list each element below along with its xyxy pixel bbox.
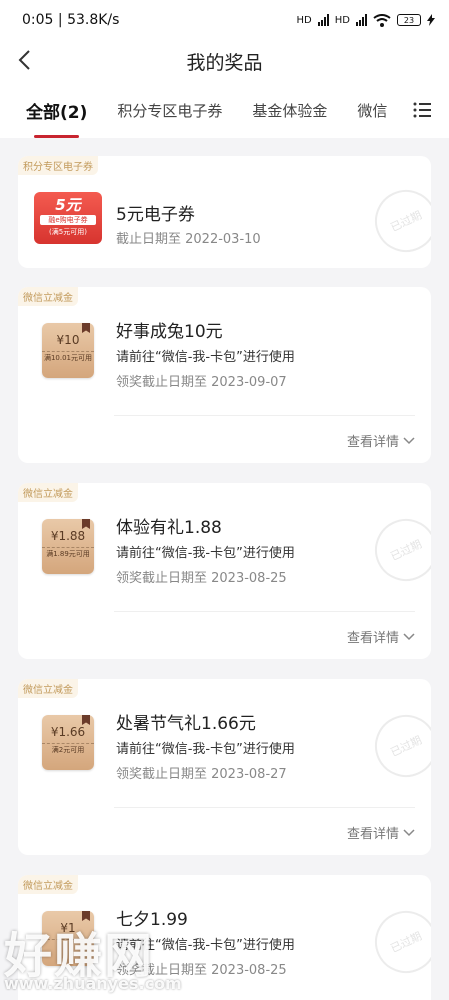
expired-stamp-icon: 已过期 [364, 179, 431, 263]
tab-fund-trial[interactable]: 基金体验金 [252, 82, 327, 138]
bookmark-icon [82, 519, 90, 529]
prize-deadline: 领奖截止日期至 2023-08-27 [116, 767, 287, 782]
charging-icon [427, 14, 435, 26]
signal-icon [317, 14, 329, 26]
view-details-link[interactable]: 查看详情 [347, 823, 415, 842]
hd-label-1: HD [296, 14, 312, 26]
chevron-down-icon [403, 632, 415, 640]
view-details-link[interactable]: 查看详情 [347, 431, 415, 450]
wechat-coupon-thumbnail: ¥1.66 满2元可用 [42, 715, 94, 770]
back-icon[interactable] [14, 48, 38, 72]
page-title: 我的奖品 [186, 51, 263, 74]
wechat-coupon-thumbnail: ¥10 满10.01元可用 [42, 323, 94, 378]
expired-stamp-icon: 已过期 [364, 900, 431, 984]
status-bar: 0:05 | 53.8K/s HD HD 23 [0, 0, 449, 40]
divider [114, 415, 415, 416]
prize-title: 体验有礼1.88 [116, 518, 222, 538]
prize-title: 七夕1.99 [116, 910, 188, 930]
prize-deadline: 领奖截止日期至 2023-08-25 [116, 963, 287, 978]
prize-title: 处暑节气礼1.66元 [116, 714, 256, 734]
coupon-condition: (满5元可用) [49, 228, 87, 236]
tab-points-ecoupon[interactable]: 积分专区电子券 [117, 82, 222, 138]
tab-bar: 全部(2) 积分专区电子券 基金体验金 微信 [0, 82, 449, 138]
divider [114, 807, 415, 808]
coupon-amount: 5元 [55, 196, 81, 214]
prize-instruction: 请前往“微信-我-卡包”进行使用 [116, 350, 295, 365]
coupon-brand: 融e购电子券 [40, 215, 96, 225]
prize-deadline: 领奖截止日期至 2023-08-25 [116, 571, 287, 586]
prize-title: 5元电子券 [116, 205, 195, 225]
prize-instruction: 请前往“微信-我-卡包”进行使用 [116, 742, 295, 757]
prize-deadline: 截止日期至 2022-03-10 [116, 232, 261, 247]
coupon-condition [42, 939, 94, 942]
prize-instruction: 请前往“微信-我-卡包”进行使用 [116, 546, 295, 561]
card-tag: 微信立减金 [18, 875, 78, 894]
coupon-amount: ¥1.88 [50, 529, 86, 543]
card-tag: 微信立减金 [18, 287, 78, 306]
view-details-label: 查看详情 [346, 631, 399, 646]
view-details-label: 查看详情 [346, 827, 399, 842]
card-tag: 微信立减金 [18, 679, 78, 698]
prize-card[interactable]: 微信立减金 ¥1.66 满2元可用 处暑节气礼1.66元 请前往“微信-我-卡包… [18, 679, 431, 855]
wechat-coupon-thumbnail: ¥1 [42, 911, 94, 966]
list-menu-icon[interactable] [413, 102, 431, 118]
network-speed: 53.8K/s [67, 12, 120, 28]
chevron-down-icon [403, 828, 415, 836]
prize-title: 好事成兔10元 [116, 322, 223, 342]
chevron-down-icon [403, 436, 415, 444]
coupon-condition: 满1.89元可用 [42, 547, 94, 559]
tab-wechat[interactable]: 微信 [357, 82, 387, 138]
battery-icon: 23 [397, 14, 421, 26]
divider [114, 611, 415, 612]
prize-card[interactable]: 微信立减金 ¥10 满10.01元可用 好事成兔10元 请前往“微信-我-卡包”… [18, 287, 431, 463]
coupon-condition: 满2元可用 [42, 743, 94, 755]
hd-label-2: HD [334, 14, 350, 26]
view-details-label: 查看详情 [346, 435, 399, 450]
coupon-amount: ¥1.66 [50, 725, 86, 739]
bookmark-icon [82, 715, 90, 725]
card-tag: 积分专区电子券 [18, 156, 98, 175]
tab-all[interactable]: 全部(2) [26, 82, 87, 138]
status-left: 0:05 | 53.8K/s [22, 12, 120, 28]
expired-stamp-icon: 已过期 [364, 704, 431, 788]
prize-instruction: 请前往“微信-我-卡包”进行使用 [116, 938, 295, 953]
coupon-condition: 满10.01元可用 [42, 351, 94, 363]
ecoupon-thumbnail: 5元 融e购电子券 (满5元可用) [34, 192, 102, 244]
battery-level: 23 [403, 15, 415, 25]
status-right: HD HD 23 [296, 13, 435, 27]
prize-card[interactable]: 积分专区电子券 5元 融e购电子券 (满5元可用) 5元电子券 截止日期至 20… [18, 156, 431, 268]
bookmark-icon [82, 911, 90, 921]
status-time: 0:05 [22, 12, 54, 28]
signal-icon-2 [356, 14, 367, 26]
expired-stamp-icon: 已过期 [364, 508, 431, 592]
prize-card[interactable]: 微信立减金 ¥1 七夕1.99 请前往“微信-我-卡包”进行使用 领奖截止日期至… [18, 875, 431, 1000]
card-tag: 微信立减金 [18, 483, 78, 502]
wechat-coupon-thumbnail: ¥1.88 满1.89元可用 [42, 519, 94, 574]
prize-card[interactable]: 微信立减金 ¥1.88 满1.89元可用 体验有礼1.88 请前往“微信-我-卡… [18, 483, 431, 659]
prize-deadline: 领奖截止日期至 2023-09-07 [116, 375, 287, 390]
coupon-amount: ¥10 [56, 333, 80, 347]
coupon-amount: ¥1 [60, 921, 76, 935]
wifi-icon [373, 13, 391, 27]
bookmark-icon [82, 323, 90, 333]
view-details-link[interactable]: 查看详情 [347, 627, 415, 646]
header: 我的奖品 [0, 40, 449, 82]
